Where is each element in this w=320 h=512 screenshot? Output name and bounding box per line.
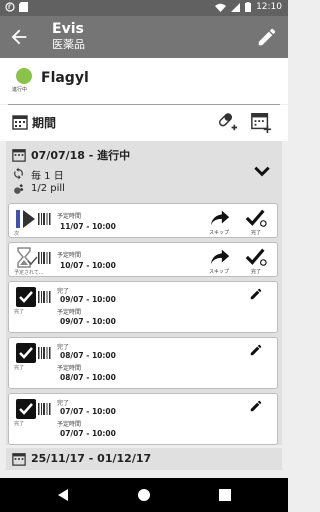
dose-card[interactable]: 次 予定時間 11/07 - 10:00 スキップ 完了: [8, 203, 278, 238]
calendar-icon: [12, 115, 28, 130]
dose-card[interactable]: 完了 完了 09/07 - 10:00 予定時間 09/07 - 10:00: [8, 281, 278, 333]
skip-arrow-icon[interactable]: [209, 208, 231, 228]
period-dose: 1/2 pill: [31, 183, 65, 194]
dose-state: 完了: [14, 421, 25, 427]
checkbox-checked-icon: [16, 343, 36, 363]
barcode-icon: [38, 347, 51, 359]
calendar-icon: [12, 149, 26, 162]
dose-state: 完了: [14, 365, 25, 371]
sd-card-icon: [19, 2, 28, 12]
check-done-icon[interactable]: [245, 247, 267, 267]
dose-icon: [14, 184, 24, 194]
battery-icon: [245, 2, 252, 12]
done-time: 08/07 - 10:00: [60, 351, 116, 360]
done-label: 完了: [57, 344, 70, 351]
barcode-icon: [38, 213, 51, 225]
add-calendar-icon[interactable]: [250, 111, 272, 133]
scheduled-time: 08/07 - 10:00: [60, 373, 116, 382]
previous-period-card[interactable]: 25/11/17 - 01/12/17: [6, 448, 282, 470]
back-arrow-icon[interactable]: [8, 26, 30, 48]
add-pill-icon[interactable]: [216, 111, 238, 133]
drug-header: 進行中 Flagyl: [0, 58, 288, 104]
period-frequency: 毎 1 日: [31, 171, 64, 182]
repeat-icon: [14, 167, 23, 180]
done-label: 完了: [57, 288, 70, 295]
dose-card[interactable]: 完了 完了 07/07 - 10:00 予定時間 07/07 - 10:00: [8, 393, 278, 445]
edit-pencil-icon[interactable]: [249, 343, 263, 357]
dose-card[interactable]: 完了 完了 08/07 - 10:00 予定時間 08/07 - 10:00: [8, 337, 278, 389]
edit-pencil-icon[interactable]: [249, 287, 263, 301]
app-bar: Evis 医薬品: [0, 16, 288, 58]
period-header: 期間: [0, 105, 288, 141]
scheduled-time: 10/07 - 10:00: [60, 261, 116, 270]
scheduled-label: 予定時間: [57, 421, 82, 428]
skip-label: スキップ: [209, 230, 230, 236]
app-title: Evis: [52, 21, 84, 37]
play-next-icon: [16, 210, 35, 228]
signal-icon: [231, 2, 241, 12]
barcode-icon: [38, 403, 51, 415]
scheduled-label: 予定時間: [57, 365, 82, 372]
app-subtitle: 医薬品: [52, 38, 85, 51]
dose-state: 完了: [14, 309, 25, 315]
navigation-bar: [0, 478, 288, 512]
period-section-label: 期間: [32, 116, 57, 130]
edit-pencil-icon[interactable]: [256, 26, 278, 48]
scheduled-time: 11/07 - 10:00: [60, 222, 116, 231]
scheduled-time: 07/07 - 10:00: [60, 429, 116, 438]
done-label: 完了: [57, 400, 70, 407]
status-time: 12:10: [256, 2, 282, 12]
hourglass-icon: [17, 247, 38, 268]
chevron-down-icon[interactable]: [252, 161, 272, 181]
checkbox-checked-icon: [16, 287, 36, 307]
checkbox-checked-icon: [16, 399, 36, 419]
scheduled-label: 予定時間: [57, 309, 82, 316]
skip-label: スキップ: [209, 269, 230, 275]
scheduled-label: 予定時間: [57, 213, 82, 220]
status-indicator-label: 進行中: [12, 87, 28, 93]
wifi-icon: [215, 3, 227, 12]
barcode-icon: [38, 291, 51, 303]
barcode-icon: [38, 252, 51, 264]
check-done-icon[interactable]: [245, 208, 267, 228]
calendar-icon: [12, 453, 26, 466]
skip-arrow-icon[interactable]: [209, 247, 231, 267]
period-dates: 25/11/17 - 01/12/17: [31, 452, 152, 465]
dose-state: 次: [14, 231, 20, 237]
drug-name: Flagyl: [41, 70, 89, 86]
nav-back-icon[interactable]: [56, 488, 70, 502]
dose-state: 予定されて...: [14, 270, 44, 276]
status-indicator-dot: [16, 68, 32, 84]
scheduled-time: 09/07 - 10:00: [60, 317, 116, 326]
status-bar: 12:10: [0, 0, 288, 16]
app-notification-icon: [5, 2, 15, 12]
edit-pencil-icon[interactable]: [249, 399, 263, 413]
nav-home-icon[interactable]: [137, 488, 151, 502]
nav-recents-icon[interactable]: [218, 488, 232, 502]
done-time: 09/07 - 10:00: [60, 295, 116, 304]
period-dates: 07/07/18 - 進行中: [31, 149, 131, 162]
current-period-card[interactable]: 07/07/18 - 進行中 毎 1 日 1/2 pill: [6, 141, 282, 199]
dose-card[interactable]: 予定されて... 予定時間 10/07 - 10:00 スキップ 完了: [8, 242, 278, 277]
done-label: 完了: [251, 269, 262, 275]
scheduled-label: 予定時間: [57, 252, 82, 259]
done-label: 完了: [251, 230, 262, 236]
done-time: 07/07 - 10:00: [60, 407, 116, 416]
